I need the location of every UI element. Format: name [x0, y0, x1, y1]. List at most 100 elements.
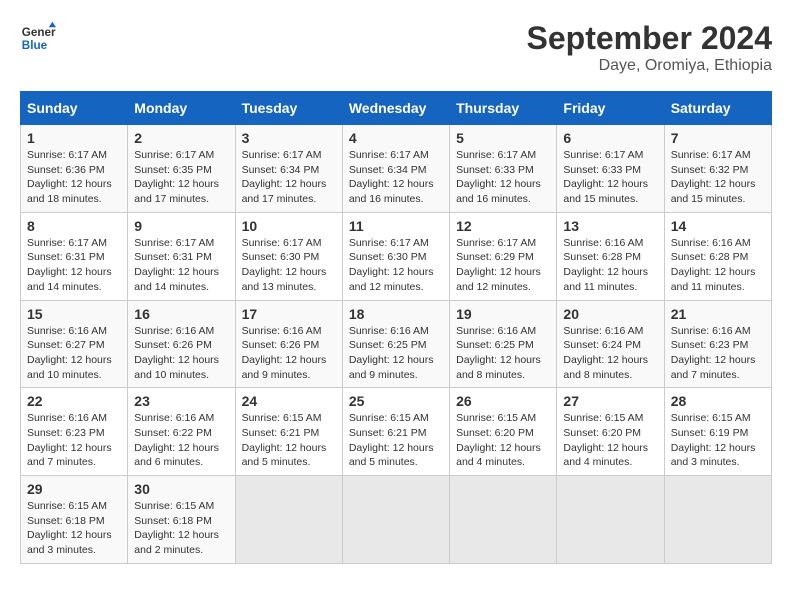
column-header-tuesday: Tuesday [235, 92, 342, 125]
day-number: 27 [563, 393, 657, 409]
day-number: 22 [27, 393, 121, 409]
day-info: Sunrise: 6:15 AM Sunset: 6:21 PM Dayligh… [349, 411, 443, 470]
day-info: Sunrise: 6:16 AM Sunset: 6:25 PM Dayligh… [456, 324, 550, 383]
calendar-cell: 21 Sunrise: 6:16 AM Sunset: 6:23 PM Dayli… [664, 300, 771, 388]
day-number: 25 [349, 393, 443, 409]
calendar-cell: 29 Sunrise: 6:15 AM Sunset: 6:18 PM Dayli… [21, 476, 128, 564]
svg-text:Blue: Blue [22, 39, 48, 52]
calendar-cell: 14 Sunrise: 6:16 AM Sunset: 6:28 PM Dayli… [664, 212, 771, 300]
day-number: 20 [563, 306, 657, 322]
calendar-cell: 17Sunrise: 6:16 AM Sunset: 6:26 PM Dayli… [235, 300, 342, 388]
calendar-cell: 5Sunrise: 6:17 AM Sunset: 6:33 PM Daylig… [450, 125, 557, 213]
column-header-saturday: Saturday [664, 92, 771, 125]
calendar-week-row: 15Sunrise: 6:16 AM Sunset: 6:27 PM Dayli… [21, 300, 772, 388]
calendar-cell: 9Sunrise: 6:17 AM Sunset: 6:31 PM Daylig… [128, 212, 235, 300]
calendar-cell: 24Sunrise: 6:15 AM Sunset: 6:21 PM Dayli… [235, 388, 342, 476]
day-info: Sunrise: 6:16 AM Sunset: 6:23 PM Dayligh… [27, 411, 121, 470]
calendar-cell: 7 Sunrise: 6:17 AM Sunset: 6:32 PM Daylig… [664, 125, 771, 213]
day-info: Sunrise: 6:17 AM Sunset: 6:30 PM Dayligh… [242, 236, 336, 295]
calendar-header-row: SundayMondayTuesdayWednesdayThursdayFrid… [21, 92, 772, 125]
column-header-thursday: Thursday [450, 92, 557, 125]
calendar-cell [342, 476, 449, 564]
day-number: 4 [349, 130, 443, 146]
calendar-cell: 3 Sunrise: 6:17 AM Sunset: 6:34 PM Daylig… [235, 125, 342, 213]
day-number: 11 [349, 218, 443, 234]
day-number: 1 [27, 130, 121, 146]
day-number: 14 [671, 218, 765, 234]
column-header-sunday: Sunday [21, 92, 128, 125]
column-header-wednesday: Wednesday [342, 92, 449, 125]
calendar-cell: 25 Sunrise: 6:15 AM Sunset: 6:21 PM Dayli… [342, 388, 449, 476]
day-number: 12 [456, 218, 550, 234]
day-info: Sunrise: 6:17 AM Sunset: 6:31 PM Dayligh… [134, 236, 228, 295]
calendar-cell: 10Sunrise: 6:17 AM Sunset: 6:30 PM Dayli… [235, 212, 342, 300]
logo: General Blue [20, 20, 56, 56]
day-number: 23 [134, 393, 228, 409]
page-header: General Blue September 2024 Daye, Oromiy… [20, 20, 772, 75]
day-info: Sunrise: 6:16 AM Sunset: 6:26 PM Dayligh… [134, 324, 228, 383]
calendar-cell: 12Sunrise: 6:17 AM Sunset: 6:29 PM Dayli… [450, 212, 557, 300]
title-block: September 2024 Daye, Oromiya, Ethiopia [527, 20, 772, 75]
day-number: 30 [134, 481, 228, 497]
day-info: Sunrise: 6:16 AM Sunset: 6:26 PM Dayligh… [242, 324, 336, 383]
day-number: 26 [456, 393, 550, 409]
calendar-cell: 18Sunrise: 6:16 AM Sunset: 6:25 PM Dayli… [342, 300, 449, 388]
day-info: Sunrise: 6:17 AM Sunset: 6:31 PM Dayligh… [27, 236, 121, 295]
calendar-cell: 15Sunrise: 6:16 AM Sunset: 6:27 PM Dayli… [21, 300, 128, 388]
day-info: Sunrise: 6:17 AM Sunset: 6:33 PM Dayligh… [456, 148, 550, 207]
calendar-week-row: 1Sunrise: 6:17 AM Sunset: 6:36 PM Daylig… [21, 125, 772, 213]
calendar-cell [235, 476, 342, 564]
day-info: Sunrise: 6:17 AM Sunset: 6:34 PM Dayligh… [349, 148, 443, 207]
calendar-cell: 4 Sunrise: 6:17 AM Sunset: 6:34 PM Daylig… [342, 125, 449, 213]
day-number: 2 [134, 130, 228, 146]
day-info: Sunrise: 6:17 AM Sunset: 6:34 PM Dayligh… [242, 148, 336, 207]
day-info: Sunrise: 6:16 AM Sunset: 6:27 PM Dayligh… [27, 324, 121, 383]
day-number: 3 [242, 130, 336, 146]
day-info: Sunrise: 6:16 AM Sunset: 6:28 PM Dayligh… [671, 236, 765, 295]
calendar-body: 1Sunrise: 6:17 AM Sunset: 6:36 PM Daylig… [21, 125, 772, 564]
day-info: Sunrise: 6:16 AM Sunset: 6:28 PM Dayligh… [563, 236, 657, 295]
day-number: 13 [563, 218, 657, 234]
day-info: Sunrise: 6:16 AM Sunset: 6:22 PM Dayligh… [134, 411, 228, 470]
calendar-cell: 28 Sunrise: 6:15 AM Sunset: 6:19 PM Dayli… [664, 388, 771, 476]
calendar-cell: 11 Sunrise: 6:17 AM Sunset: 6:30 PM Dayli… [342, 212, 449, 300]
day-number: 16 [134, 306, 228, 322]
day-number: 21 [671, 306, 765, 322]
calendar-week-row: 22 Sunrise: 6:16 AM Sunset: 6:23 PM Dayli… [21, 388, 772, 476]
calendar-cell: 8 Sunrise: 6:17 AM Sunset: 6:31 PM Daylig… [21, 212, 128, 300]
calendar-cell [557, 476, 664, 564]
day-info: Sunrise: 6:17 AM Sunset: 6:32 PM Dayligh… [671, 148, 765, 207]
day-number: 7 [671, 130, 765, 146]
day-number: 19 [456, 306, 550, 322]
day-info: Sunrise: 6:15 AM Sunset: 6:20 PM Dayligh… [456, 411, 550, 470]
calendar-cell: 19 Sunrise: 6:16 AM Sunset: 6:25 PM Dayli… [450, 300, 557, 388]
day-info: Sunrise: 6:17 AM Sunset: 6:30 PM Dayligh… [349, 236, 443, 295]
day-number: 29 [27, 481, 121, 497]
day-info: Sunrise: 6:15 AM Sunset: 6:18 PM Dayligh… [27, 499, 121, 558]
day-number: 8 [27, 218, 121, 234]
day-info: Sunrise: 6:16 AM Sunset: 6:23 PM Dayligh… [671, 324, 765, 383]
day-number: 28 [671, 393, 765, 409]
svg-text:General: General [22, 26, 56, 39]
day-info: Sunrise: 6:15 AM Sunset: 6:18 PM Dayligh… [134, 499, 228, 558]
calendar-cell: 13 Sunrise: 6:16 AM Sunset: 6:28 PM Dayli… [557, 212, 664, 300]
column-header-friday: Friday [557, 92, 664, 125]
calendar-cell: 16 Sunrise: 6:16 AM Sunset: 6:26 PM Dayli… [128, 300, 235, 388]
calendar-cell: 26 Sunrise: 6:15 AM Sunset: 6:20 PM Dayli… [450, 388, 557, 476]
day-number: 6 [563, 130, 657, 146]
location-subtitle: Daye, Oromiya, Ethiopia [527, 57, 772, 75]
calendar-cell: 23 Sunrise: 6:16 AM Sunset: 6:22 PM Dayli… [128, 388, 235, 476]
day-info: Sunrise: 6:16 AM Sunset: 6:24 PM Dayligh… [563, 324, 657, 383]
day-info: Sunrise: 6:17 AM Sunset: 6:35 PM Dayligh… [134, 148, 228, 207]
calendar-cell: 27 Sunrise: 6:15 AM Sunset: 6:20 PM Dayli… [557, 388, 664, 476]
calendar-cell: 1Sunrise: 6:17 AM Sunset: 6:36 PM Daylig… [21, 125, 128, 213]
calendar-cell: 22 Sunrise: 6:16 AM Sunset: 6:23 PM Dayli… [21, 388, 128, 476]
calendar-table: SundayMondayTuesdayWednesdayThursdayFrid… [20, 91, 772, 564]
month-title: September 2024 [527, 20, 772, 57]
day-info: Sunrise: 6:15 AM Sunset: 6:20 PM Dayligh… [563, 411, 657, 470]
day-info: Sunrise: 6:16 AM Sunset: 6:25 PM Dayligh… [349, 324, 443, 383]
calendar-cell: 30 Sunrise: 6:15 AM Sunset: 6:18 PM Dayli… [128, 476, 235, 564]
day-number: 24 [242, 393, 336, 409]
day-info: Sunrise: 6:15 AM Sunset: 6:19 PM Dayligh… [671, 411, 765, 470]
logo-icon: General Blue [20, 20, 56, 56]
